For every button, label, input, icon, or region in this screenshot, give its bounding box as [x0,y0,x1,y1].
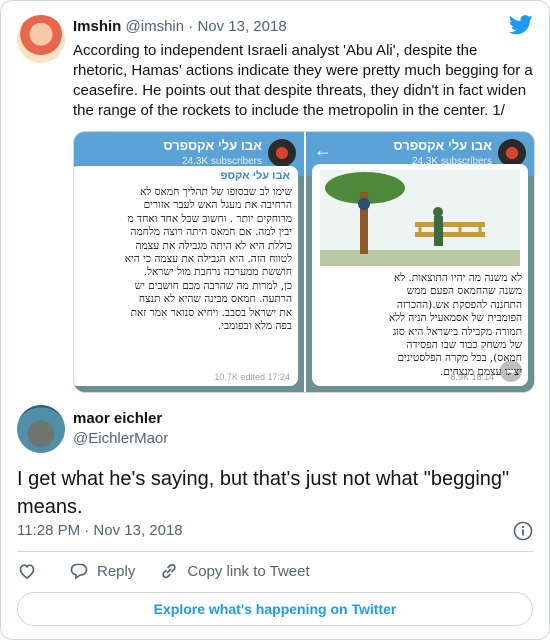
reply-author-handle[interactable]: @EichlerMaor [73,429,168,449]
telegram-message-text: לא משנה מה יהיו התוצאות. לא משנה שהחמאס … [388,272,522,378]
reply-bubble-icon [70,563,88,580]
divider [17,551,533,552]
telegram-message-author: אבו עלי אקספ [220,170,290,182]
heart-icon [19,564,35,579]
link-icon [162,563,177,579]
tweet-actions: Reply Copy link to Tweet [17,559,334,583]
quoted-date[interactable]: Nov 13, 2018 [197,18,286,35]
telegram-message-meta: 10.7K edited 17:24 [214,372,290,382]
telegram-channel-name: אבו עלי אקספרס [393,138,492,153]
reply-author-avatar[interactable] [17,405,65,453]
separator-dot: · [188,18,194,35]
arrow-back-icon: ← [314,140,332,160]
telegram-chat-area: לא משנה מה יהיו התוצאות. לא משנה שהחמאס … [306,164,534,392]
explore-twitter-button[interactable]: Explore what's happening on Twitter [17,592,533,626]
telegram-message-bubble: אבו עלי אקספ שימו לב שבסופו של תהליך חמא… [74,166,298,386]
tweet-media[interactable]: אבו עלי אקספרס 24.3K subscribers אבו עלי… [73,131,535,393]
twitter-bird-icon[interactable] [509,15,533,35]
telegram-chat-area: אבו עלי אקספ שימו לב שבסופו של תהליך חמא… [74,166,304,392]
telegram-screenshot-left[interactable]: אבו עלי אקספרס 24.3K subscribers אבו עלי… [74,132,304,392]
reply-label: Reply [97,562,136,580]
info-icon[interactable] [513,521,533,541]
telegram-message-bubble: לא משנה מה יהיו התוצאות. לא משנה שהחמאס … [312,164,528,386]
reply-tweet-text: I get what he's saying, but that's just … [17,468,510,518]
telegram-message-text: שימו לב שבסופו של תהליך חמאס לא הרחיבה א… [124,186,292,333]
telegram-screenshot-right[interactable]: ← אבו עלי אקספרס 24.3K subscribers לא מש… [304,132,534,392]
tweet-card: Imshin @imshin · Nov 13, 2018 According … [0,0,550,640]
telegram-message-meta: 8.9K 18:14 [450,372,494,382]
reply-button[interactable]: Reply [69,561,135,581]
like-button[interactable] [17,561,45,581]
telegram-channel-avatar [498,139,526,167]
quoted-header: Imshin @imshin · Nov 13, 2018 [73,17,287,37]
forward-icon[interactable]: ➦ [500,360,522,382]
copy-link-button[interactable]: Copy link to Tweet [159,561,310,581]
cartoon-image [320,170,520,266]
telegram-channel-name: אבו עלי אקספרס [163,138,262,153]
quoted-author-name[interactable]: Imshin [73,18,121,35]
reply-timestamp[interactable]: 11:28 PM · Nov 13, 2018 [17,521,183,541]
quoted-author-handle[interactable]: @imshin [126,18,185,35]
copy-link-label: Copy link to Tweet [187,562,310,580]
telegram-channel-avatar [268,139,296,167]
reply-author-name[interactable]: maor eichler [73,409,162,429]
quoted-author-avatar[interactable] [17,15,65,63]
tree-ladder-cartoon-icon [320,172,520,266]
quoted-tweet-text: According to independent Israeli analyst… [73,42,533,119]
